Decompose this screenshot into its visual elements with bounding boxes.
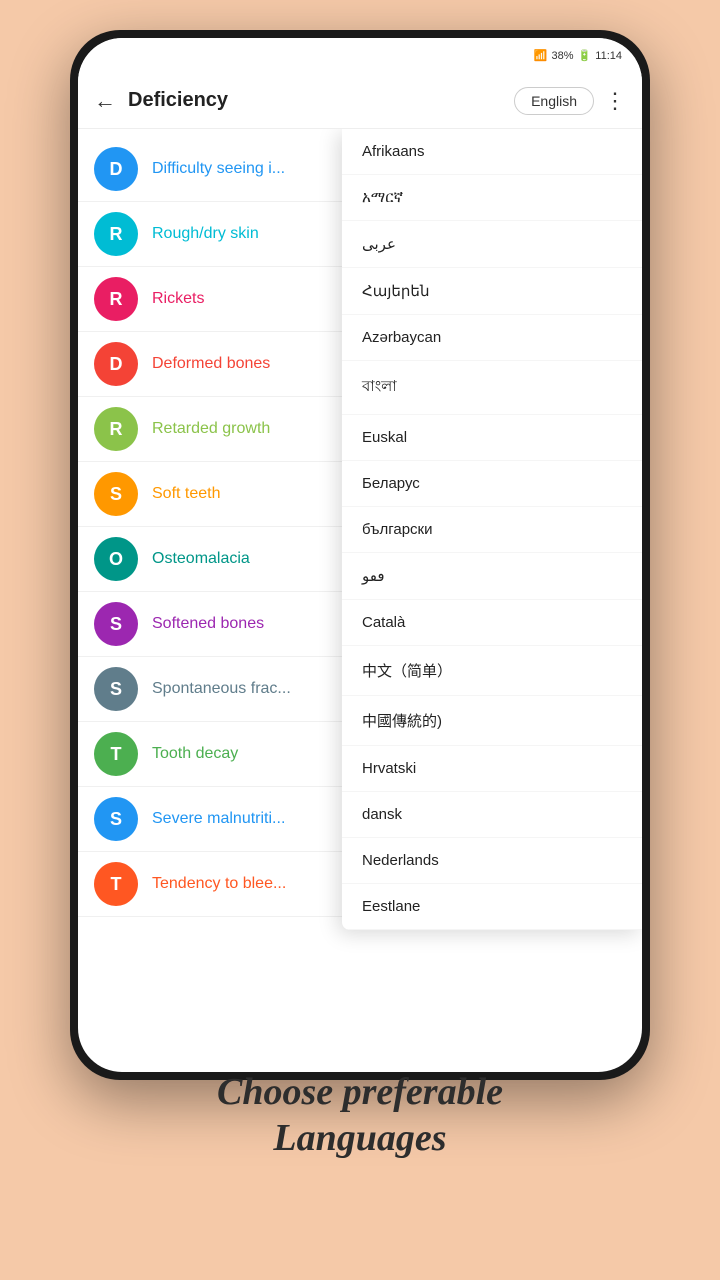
language-option-croatian[interactable]: Hrvatski — [342, 746, 642, 792]
language-option-estonian[interactable]: Eestlane — [342, 884, 642, 930]
time-display: 11:14 — [595, 50, 622, 62]
language-option-georgian[interactable]: ٯٯو — [342, 553, 642, 600]
caption-line1: Choose preferable — [217, 1071, 503, 1113]
language-option-chinese-traditional[interactable]: 中國傳統的) — [342, 696, 642, 746]
symptom-label: Difficulty seeing i... — [152, 160, 285, 178]
status-icons: 📶 38% 🔋 11:14 — [534, 49, 622, 62]
content-area: D Difficulty seeing i... R Rough/dry ski… — [78, 129, 642, 1072]
wifi-icon: 📶 — [534, 49, 548, 62]
avatar: D — [94, 147, 138, 191]
language-option-afrikaans[interactable]: Afrikaans — [342, 129, 642, 175]
symptom-label: Soft teeth — [152, 485, 221, 503]
battery-indicator: 38% — [552, 50, 574, 62]
avatar: S — [94, 472, 138, 516]
avatar: S — [94, 667, 138, 711]
avatar: O — [94, 537, 138, 581]
language-option-amharic[interactable]: አማርኛ — [342, 175, 642, 221]
language-option-bengali[interactable]: বাংলা — [342, 361, 642, 415]
caption-line2: Languages — [273, 1117, 446, 1159]
language-option-azerbaijani[interactable]: Azərbaycan — [342, 315, 642, 361]
caption-text: Choose preferable Languages — [217, 1070, 503, 1161]
language-option-belarusian[interactable]: Беларус — [342, 461, 642, 507]
language-option-euskal[interactable]: Euskal — [342, 415, 642, 461]
more-menu-button[interactable]: ⋮ — [604, 88, 626, 114]
language-option-danish[interactable]: dansk — [342, 792, 642, 838]
avatar: R — [94, 407, 138, 451]
language-option-chinese-simplified[interactable]: 中文（简单） — [342, 646, 642, 696]
language-option-catalan[interactable]: Català — [342, 600, 642, 646]
symptom-label: Spontaneous frac... — [152, 680, 291, 698]
language-button[interactable]: English — [514, 87, 594, 115]
symptom-label: Retarded growth — [152, 420, 270, 438]
language-dropdown[interactable]: Afrikaans አማርኛ عربى Հայերեն Azərbaycan ব… — [342, 129, 642, 930]
avatar: T — [94, 732, 138, 776]
symptom-label: Tendency to blee... — [152, 875, 286, 893]
avatar: S — [94, 602, 138, 646]
status-bar: 📶 38% 🔋 11:14 — [78, 38, 642, 73]
avatar: R — [94, 277, 138, 321]
back-button[interactable]: ← — [94, 88, 116, 114]
symptom-label: Deformed bones — [152, 355, 270, 373]
symptom-label: Tooth decay — [152, 745, 238, 763]
language-option-armenian[interactable]: Հայերեն — [342, 268, 642, 315]
avatar: R — [94, 212, 138, 256]
avatar: S — [94, 797, 138, 841]
language-option-arabic[interactable]: عربى — [342, 221, 642, 268]
language-option-dutch[interactable]: Nederlands — [342, 838, 642, 884]
top-bar: ← Deficiency English ⋮ — [78, 73, 642, 129]
phone-screen: 📶 38% 🔋 11:14 ← Deficiency English ⋮ D D… — [78, 38, 642, 1072]
phone-frame: 📶 38% 🔋 11:14 ← Deficiency English ⋮ D D… — [70, 30, 650, 1080]
symptom-label: Severe malnutriti... — [152, 810, 285, 828]
symptom-label: Softened bones — [152, 615, 264, 633]
symptom-label: Rough/dry skin — [152, 225, 259, 243]
language-option-bulgarian[interactable]: български — [342, 507, 642, 553]
page-title: Deficiency — [128, 89, 514, 112]
symptom-label: Rickets — [152, 290, 204, 308]
avatar: T — [94, 862, 138, 906]
symptom-label: Osteomalacia — [152, 550, 250, 568]
avatar: D — [94, 342, 138, 386]
battery-icon: 🔋 — [578, 49, 592, 62]
